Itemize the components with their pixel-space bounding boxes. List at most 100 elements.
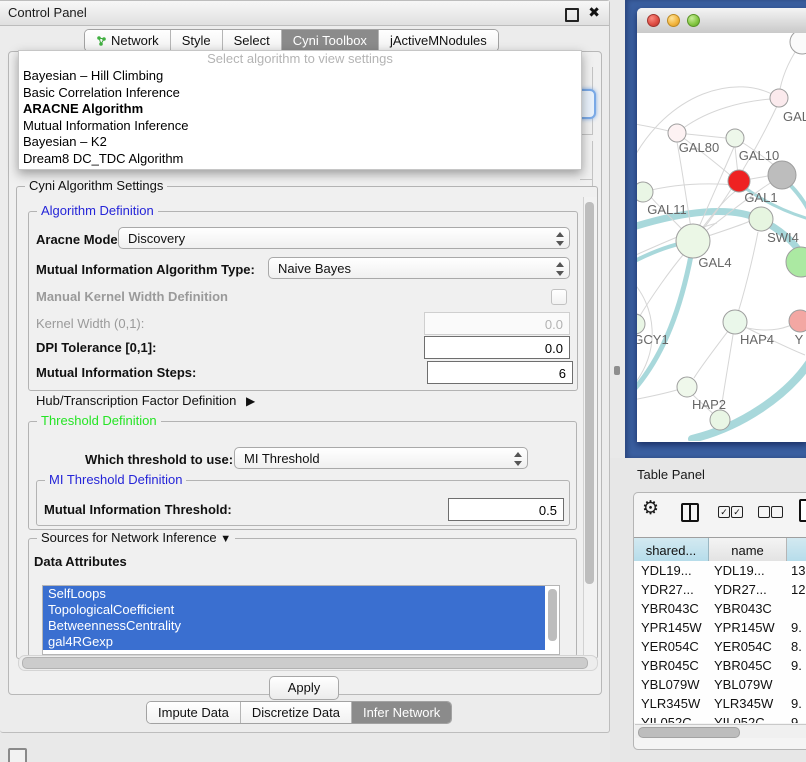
network-view-window: GALGAL80GAL10GAL1GAL11SWI4GAL4GCY1HAP4YH… — [637, 8, 806, 442]
table-cell: YDL19... — [634, 563, 709, 578]
algorithm-option[interactable]: Mutual Information Inference — [19, 118, 581, 135]
table-row[interactable]: YBR045CYBR045C9. — [634, 656, 806, 675]
data-attributes-list[interactable]: SelfLoopsTopologicalCoefficientBetweenne… — [42, 585, 560, 655]
network-node-label: GCY1 — [637, 332, 669, 347]
table-row[interactable]: YPR145WYPR145W9. — [634, 618, 806, 637]
table-mode-icon[interactable] — [799, 499, 806, 522]
table-row[interactable]: YIL052CYIL052C9. — [634, 713, 806, 723]
checked-checkbox-icon[interactable]: ✓ — [718, 506, 730, 518]
algorithm-option[interactable]: ARACNE Algorithm — [19, 101, 581, 118]
network-node[interactable] — [637, 314, 645, 334]
which-threshold-select[interactable]: MI Threshold — [234, 447, 528, 469]
kernel-width-field — [424, 312, 570, 335]
table-row[interactable]: YDR27...YDR27...12 — [634, 580, 806, 599]
table-cell: YBR043C — [709, 601, 787, 616]
split-divider-handle[interactable] — [614, 366, 620, 375]
unchecked-checkbox-icon[interactable] — [771, 506, 783, 518]
tab-label: Select — [234, 33, 270, 48]
algorithm-option[interactable]: Dream8 DC_TDC Algorithm — [19, 151, 581, 168]
network-node[interactable] — [789, 310, 806, 332]
table-horizontal-scrollbar[interactable] — [635, 724, 806, 738]
table-cell: 13 — [787, 563, 806, 578]
dpi-tolerance-field[interactable] — [424, 336, 570, 359]
aracne-mode-value: Discovery — [128, 231, 185, 246]
settings-vertical-scrollbar-thumb[interactable] — [585, 202, 594, 584]
mi-steps-field[interactable] — [427, 361, 573, 384]
mi-threshold-legend: MI Threshold Definition — [45, 472, 186, 487]
tab-impute-data[interactable]: Impute Data — [147, 702, 240, 723]
apply-button[interactable]: Apply — [269, 676, 339, 700]
attribute-list-item[interactable]: gal4RGexp — [43, 634, 545, 650]
table-row[interactable]: YLR345WYLR345W9. — [634, 694, 806, 713]
tab-label: Discretize Data — [252, 705, 340, 720]
mi-type-label: Mutual Information Algorithm Type: — [36, 262, 255, 277]
list-scrollbar-thumb[interactable] — [548, 589, 557, 641]
network-node[interactable] — [676, 224, 710, 258]
network-node[interactable] — [770, 89, 788, 107]
attribute-list-item[interactable]: TopologicalCoefficient — [43, 602, 545, 618]
algorithm-option[interactable]: Basic Correlation Inference — [19, 85, 581, 102]
tab-jactivemnodules[interactable]: jActiveMNodules — [378, 30, 498, 51]
table-cell: YLR345W — [709, 696, 787, 711]
network-node-label: GAL4 — [698, 255, 731, 270]
mi-threshold-field[interactable] — [448, 498, 564, 521]
network-node[interactable] — [790, 33, 806, 54]
network-node[interactable] — [786, 247, 806, 277]
table-horizontal-scrollbar-thumb[interactable] — [638, 727, 740, 738]
tab-infer-network[interactable]: Infer Network — [351, 702, 451, 723]
network-workspace: GALGAL80GAL10GAL1GAL11SWI4GAL4GCY1HAP4YH… — [625, 0, 806, 458]
algorithm-option[interactable]: Bayesian – K2 — [19, 134, 581, 151]
table-row[interactable]: YBL079WYBL079W — [634, 675, 806, 694]
tab-cyni-toolbox[interactable]: Cyni Toolbox — [281, 30, 378, 51]
tab-style[interactable]: Style — [170, 30, 222, 51]
column-header-clipped[interactable] — [787, 538, 806, 562]
network-node[interactable] — [749, 207, 773, 231]
float-window-icon[interactable] — [565, 8, 579, 22]
network-node[interactable] — [677, 377, 697, 397]
mi-type-select[interactable]: Naive Bayes — [268, 257, 570, 279]
network-node[interactable] — [726, 129, 744, 147]
hub-definition-toggle[interactable]: Hub/Transcription Factor Definition ▶ — [36, 393, 255, 408]
column-header-shared-name[interactable]: shared... — [634, 538, 709, 562]
attribute-list-item[interactable]: SelfLoops — [43, 586, 545, 602]
unchecked-checkbox-icon[interactable] — [758, 506, 770, 518]
columns-icon[interactable] — [681, 503, 699, 522]
manual-kernel-checkbox[interactable] — [551, 289, 567, 305]
table-cell: YER054C — [634, 639, 709, 654]
table-cell: YDL19... — [709, 563, 787, 578]
table-cell: YIL052C — [634, 715, 709, 723]
tab-label: Impute Data — [158, 705, 229, 720]
tab-select[interactable]: Select — [222, 30, 281, 51]
application-root: Control Panel ✖ Network Style Select Cyn… — [0, 0, 806, 762]
dpi-tolerance-label: DPI Tolerance [0,1]: — [36, 340, 156, 355]
gear-icon[interactable]: ⚙ — [642, 497, 659, 520]
table-row[interactable]: YBR043CYBR043C — [634, 599, 806, 618]
network-canvas[interactable]: GALGAL80GAL10GAL1GAL11SWI4GAL4GCY1HAP4YH… — [637, 33, 806, 441]
table-panel: ⚙ ✓ ✓ shared... name YDL19...YDL19...13Y… — [633, 492, 806, 750]
network-node[interactable] — [710, 410, 730, 430]
clipped-corner-icon[interactable] — [8, 748, 27, 762]
minimize-traffic-light-icon[interactable] — [667, 14, 680, 27]
tab-discretize-data[interactable]: Discretize Data — [240, 702, 351, 723]
attribute-list-item[interactable]: BetweennessCentrality — [43, 618, 545, 634]
stepper-arrows-icon — [555, 261, 563, 277]
algorithm-option[interactable]: Bayesian – Hill Climbing — [19, 68, 581, 85]
aracne-mode-select[interactable]: Discovery — [118, 227, 570, 249]
table-row[interactable]: YDL19...YDL19...13 — [634, 561, 806, 580]
sources-legend[interactable]: Sources for Network Inference ▼ — [37, 530, 235, 545]
tab-network[interactable]: Network — [85, 30, 170, 51]
network-node[interactable] — [637, 182, 653, 202]
close-icon[interactable]: ✖ — [588, 4, 600, 21]
checked-checkbox-icon[interactable]: ✓ — [731, 506, 743, 518]
close-traffic-light-icon[interactable] — [647, 14, 660, 27]
network-node[interactable] — [728, 170, 750, 192]
network-node[interactable] — [768, 161, 796, 189]
settings-horizontal-scrollbar-thumb[interactable] — [22, 657, 588, 669]
network-node[interactable] — [723, 310, 747, 334]
table-cell: YBR045C — [709, 658, 787, 673]
table-rows[interactable]: YDL19...YDL19...13YDR27...YDR27...12YBR0… — [634, 561, 806, 723]
network-window-titlebar[interactable] — [637, 8, 806, 34]
zoom-traffic-light-icon[interactable] — [687, 14, 700, 27]
table-row[interactable]: YER054CYER054C8. — [634, 637, 806, 656]
column-header-name[interactable]: name — [709, 538, 787, 562]
